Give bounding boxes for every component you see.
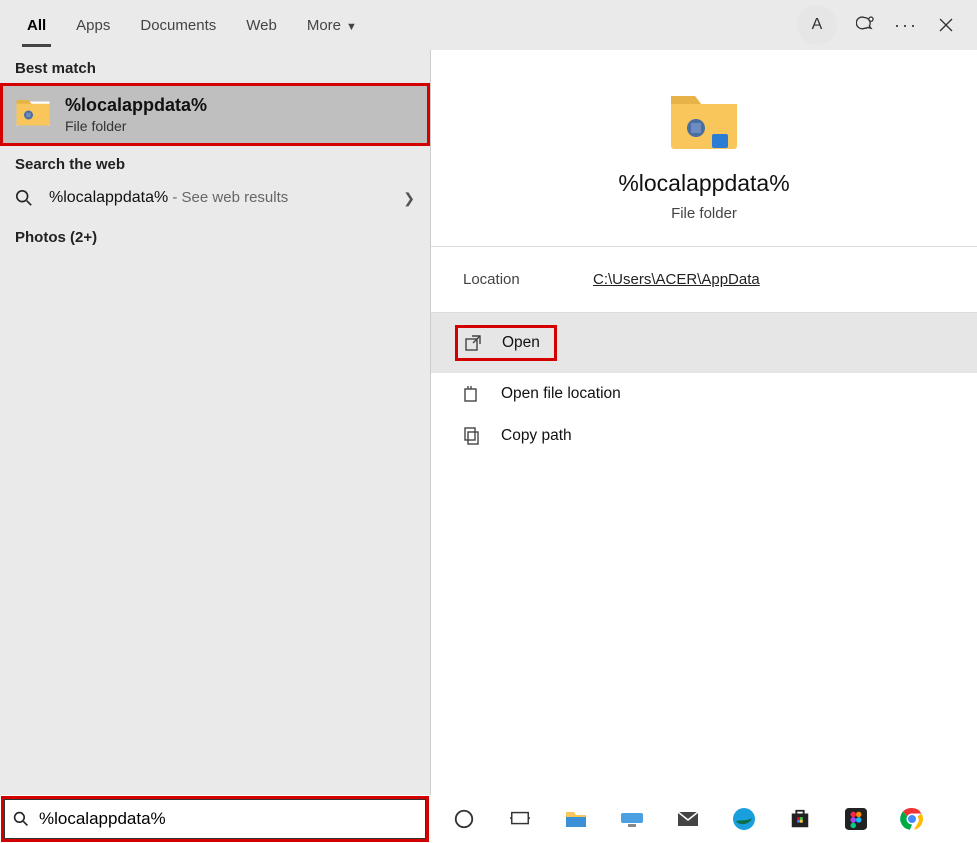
tab-more[interactable]: More ▼: [292, 3, 372, 47]
best-match-subtitle: File folder: [65, 118, 207, 134]
mail-icon[interactable]: [674, 805, 702, 833]
results-pane: Best match %localappdata% File folder Se…: [0, 50, 430, 795]
search-tabbar: All Apps Documents Web More ▼ A ···: [0, 0, 977, 50]
search-wrap: [0, 795, 430, 843]
web-result-suffix: - See web results: [168, 189, 288, 206]
best-match-label: Best match: [0, 50, 430, 83]
edge-icon[interactable]: [730, 805, 758, 833]
preview-subtitle: File folder: [671, 205, 737, 222]
open-icon: [464, 334, 482, 352]
search-icon: [13, 811, 29, 827]
open-highlight-box: Open: [455, 325, 557, 361]
action-list: Open Open file location Copy path: [431, 313, 977, 457]
web-result-text: %localappdata% - See web results: [49, 189, 288, 207]
tab-apps[interactable]: Apps: [61, 3, 125, 47]
chrome-icon[interactable]: [898, 805, 926, 833]
taskbar: [0, 795, 977, 843]
tab-all[interactable]: All: [12, 3, 61, 47]
tab-more-label: More: [307, 17, 341, 34]
best-match-text: %localappdata% File folder: [65, 95, 207, 134]
preview-title: %localappdata%: [618, 170, 789, 197]
web-result-item[interactable]: %localappdata% - See web results ❯: [0, 179, 430, 217]
web-result-query: %localappdata%: [49, 189, 168, 206]
location-row: Location C:\Users\ACER\AppData: [431, 247, 977, 313]
action-open-label: Open: [502, 334, 540, 352]
action-copy-path[interactable]: Copy path: [431, 415, 977, 457]
task-view-icon[interactable]: [506, 805, 534, 833]
search-icon: [15, 189, 35, 207]
taskbar-apps: [430, 805, 926, 833]
photos-category[interactable]: Photos (2+): [0, 217, 430, 258]
best-match-item[interactable]: %localappdata% File folder: [0, 83, 430, 146]
chevron-right-icon: ❯: [403, 190, 415, 207]
location-label: Location: [463, 271, 593, 288]
folder-icon: [15, 97, 51, 133]
action-copy-path-label: Copy path: [501, 427, 572, 445]
folder-icon: [668, 90, 740, 152]
taskbar-searchbox[interactable]: [3, 798, 427, 840]
preview-pane: %localappdata% File folder Location C:\U…: [430, 50, 977, 795]
action-open-loc-label: Open file location: [501, 385, 621, 403]
feedback-icon[interactable]: [855, 14, 877, 36]
file-explorer-icon[interactable]: [562, 805, 590, 833]
search-web-label: Search the web: [0, 146, 430, 179]
chevron-down-icon: ▼: [346, 21, 357, 33]
search-input[interactable]: [39, 809, 417, 829]
best-match-title: %localappdata%: [65, 95, 207, 116]
tabs-group: All Apps Documents Web More ▼: [12, 3, 372, 47]
copy-icon: [463, 427, 481, 445]
location-path[interactable]: C:\Users\ACER\AppData: [593, 271, 760, 288]
tab-documents[interactable]: Documents: [125, 3, 231, 47]
more-options-icon[interactable]: ···: [895, 14, 917, 36]
tabbar-right-controls: A ···: [797, 5, 965, 45]
action-open-file-location[interactable]: Open file location: [431, 373, 977, 415]
user-avatar[interactable]: A: [797, 5, 837, 45]
store-icon[interactable]: [786, 805, 814, 833]
preview-header: %localappdata% File folder: [431, 50, 977, 247]
figma-icon[interactable]: [842, 805, 870, 833]
folder-open-icon: [463, 385, 481, 403]
close-icon[interactable]: [935, 14, 957, 36]
action-open[interactable]: Open: [431, 313, 977, 373]
cortana-icon[interactable]: [450, 805, 478, 833]
keyboard-app-icon[interactable]: [618, 805, 646, 833]
tab-web[interactable]: Web: [231, 3, 292, 47]
